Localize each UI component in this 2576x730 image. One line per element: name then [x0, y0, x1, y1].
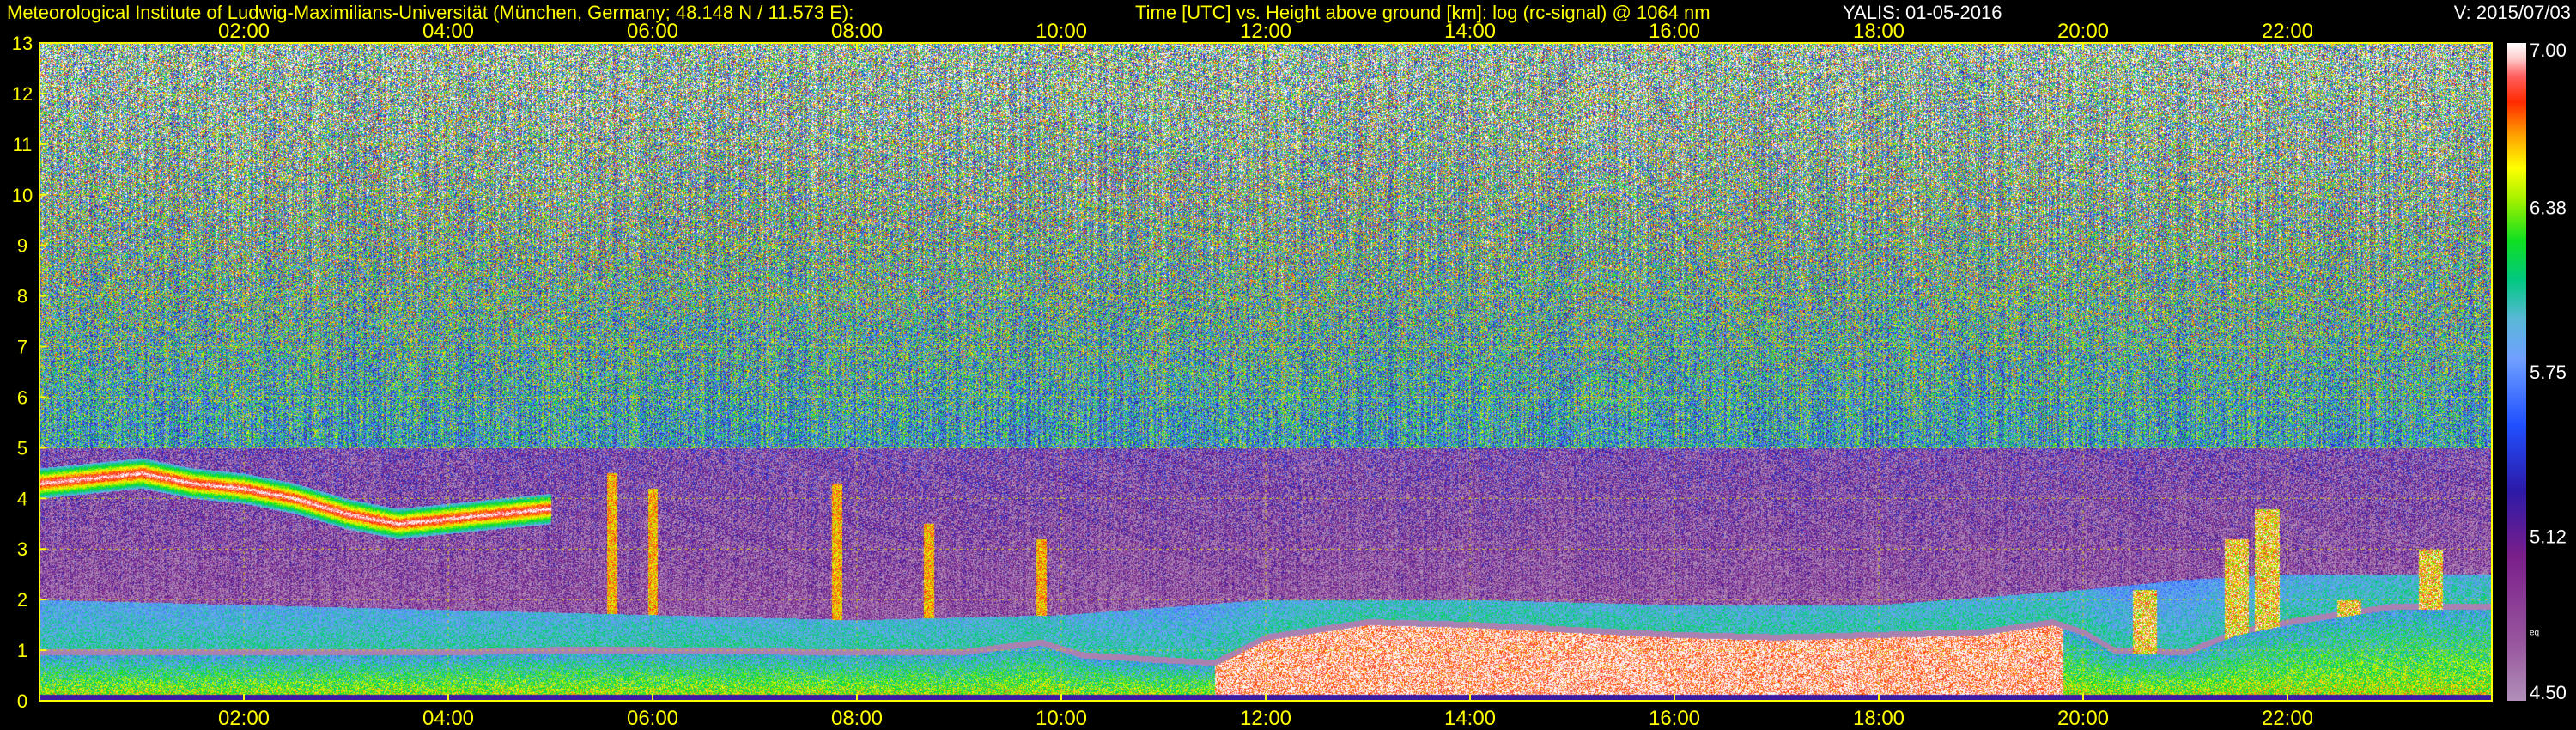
- x-tick-label-bottom: 22:00: [2262, 707, 2313, 730]
- colorbar-label: 5.12: [2530, 526, 2567, 548]
- header-description: Time [UTC] vs. Height above ground [km]:…: [1135, 2, 1710, 23]
- x-tick-label-bottom: 18:00: [1853, 707, 1905, 730]
- y-tick-label: 4: [17, 488, 27, 509]
- x-tick-label-top: 12:00: [1240, 20, 1291, 43]
- y-tick-label: 1: [17, 640, 27, 661]
- y-tick-label: 12: [12, 83, 33, 105]
- colorbar-scale: [2507, 43, 2526, 701]
- y-tick-label: 13: [12, 33, 33, 54]
- x-tick-label-top: 04:00: [422, 20, 474, 43]
- x-tick-label-bottom: 16:00: [1649, 707, 1700, 730]
- y-tick-label: 0: [17, 690, 27, 712]
- x-tick-label-bottom: 14:00: [1444, 707, 1496, 730]
- x-tick-label-bottom: 20:00: [2057, 707, 2109, 730]
- y-tick-label: 2: [17, 589, 27, 611]
- y-tick-label: 3: [17, 538, 27, 560]
- x-tick-label-top: 22:00: [2262, 20, 2313, 43]
- y-tick-label: 7: [17, 337, 27, 358]
- colorbar-label: 4.50: [2530, 682, 2567, 703]
- x-tick-label-top: 16:00: [1649, 20, 1700, 43]
- y-tick-label: 6: [17, 386, 27, 408]
- y-tick-label: 5: [17, 437, 27, 459]
- lidar-chart: Meteorological Institute of Ludwig-Maxim…: [0, 0, 2576, 730]
- colorbar-label: 7.00: [2530, 40, 2567, 61]
- x-tick-label-top: 02:00: [218, 20, 270, 43]
- colorbar-note: eq: [2530, 628, 2539, 637]
- x-tick-label-bottom: 12:00: [1240, 707, 1291, 730]
- colorbar-label: 5.75: [2530, 362, 2567, 383]
- x-tick-label-top: 06:00: [627, 20, 678, 43]
- x-tick-label-top: 14:00: [1444, 20, 1496, 43]
- y-tick-label: 8: [17, 286, 27, 307]
- y-tick-label: 10: [12, 185, 33, 206]
- x-tick-label-top: 18:00: [1853, 20, 1905, 43]
- x-tick-label-bottom: 08:00: [831, 707, 883, 730]
- x-tick-label-bottom: 04:00: [422, 707, 474, 730]
- y-tick-label: 11: [13, 134, 33, 155]
- x-tick-label-bottom: 06:00: [627, 707, 678, 730]
- x-tick-label-top: 10:00: [1036, 20, 1087, 43]
- colorbar-label: 6.38: [2530, 198, 2567, 219]
- x-tick-label-top: 20:00: [2057, 20, 2109, 43]
- y-tick-label: 9: [17, 235, 27, 257]
- x-tick-label-bottom: 10:00: [1036, 707, 1087, 730]
- header-version: V: 2015/07/03: [2454, 2, 2571, 23]
- x-tick-label-bottom: 02:00: [218, 707, 270, 730]
- x-tick-label-top: 08:00: [831, 20, 883, 43]
